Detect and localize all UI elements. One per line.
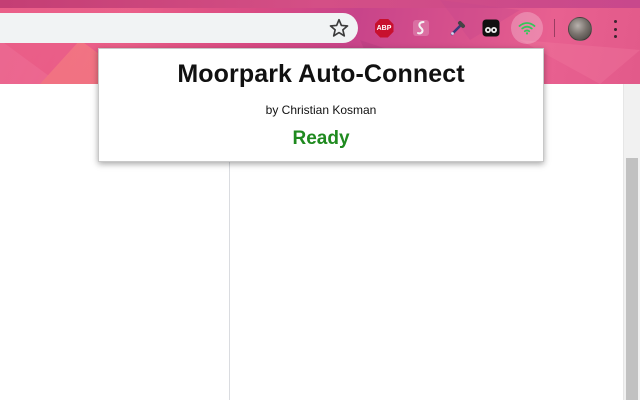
popup-title: Moorpark Auto-Connect — [177, 60, 465, 88]
moorpark-auto-connect-extension-button[interactable] — [511, 12, 543, 44]
star-icon[interactable] — [328, 17, 350, 39]
address-bar[interactable] — [0, 13, 358, 43]
more-vert-icon[interactable] — [607, 18, 623, 40]
stylus-extension-button[interactable] — [408, 15, 434, 41]
popup-author: by Christian Kosman — [265, 103, 377, 117]
adblock-plus-extension-button[interactable]: ABP — [371, 15, 397, 41]
eyedropper-extension-button[interactable] — [445, 15, 471, 41]
profile-avatar[interactable] — [568, 17, 592, 41]
adblock-plus-icon: ABP — [374, 18, 394, 38]
connection-status: Ready — [292, 128, 350, 149]
tampermonkey-extension-button[interactable] — [478, 15, 504, 41]
scrollbar-thumb[interactable] — [626, 158, 638, 400]
toolbar-divider — [554, 19, 555, 37]
wifi-icon — [518, 22, 536, 35]
stylus-icon — [413, 20, 429, 36]
eyedropper-icon — [450, 21, 465, 36]
extension-popup: Moorpark Auto-Connect by Christian Kosma… — [98, 48, 544, 162]
tampermonkey-icon — [482, 19, 500, 37]
